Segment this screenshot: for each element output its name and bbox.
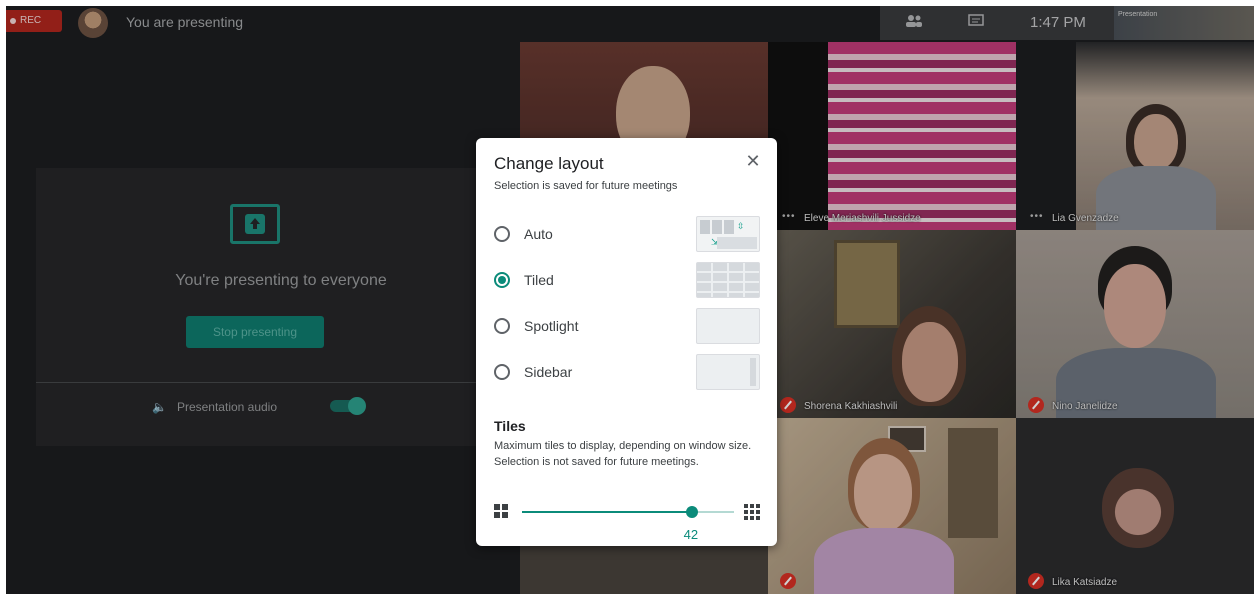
layout-option-sidebar[interactable]: Sidebar xyxy=(492,354,762,392)
layout-option-label: Spotlight xyxy=(524,318,579,334)
layout-option-label: Tiled xyxy=(524,272,554,288)
layout-option-auto[interactable]: Auto ⇳ ⇲ xyxy=(492,216,762,254)
auto-layout-thumbnail: ⇳ ⇲ xyxy=(696,216,760,252)
tiled-layout-thumbnail xyxy=(696,262,760,298)
tiles-slider[interactable]: 42 xyxy=(522,506,734,542)
tiles-description: Maximum tiles to display, depending on w… xyxy=(494,438,764,470)
radio-button[interactable] xyxy=(494,226,510,242)
layout-option-tiled[interactable]: Tiled xyxy=(492,262,762,300)
slider-handle[interactable] xyxy=(685,506,698,518)
close-icon[interactable]: ✕ xyxy=(742,150,764,172)
radio-button-selected[interactable] xyxy=(494,272,510,288)
layout-option-label: Sidebar xyxy=(524,364,573,380)
sidebar-layout-thumbnail xyxy=(696,354,760,390)
meeting-window: REC You are presenting 1:47 PM Presentat… xyxy=(6,6,1254,594)
spotlight-layout-thumbnail xyxy=(696,308,760,344)
radio-button[interactable] xyxy=(494,318,510,334)
tiles-heading: Tiles xyxy=(494,418,526,434)
dialog-subtitle: Selection is saved for future meetings xyxy=(494,180,678,192)
tiles-description-line: Selection is not saved for future meetin… xyxy=(494,456,699,468)
layout-option-label: Auto xyxy=(524,226,553,242)
radio-button[interactable] xyxy=(494,364,510,380)
dialog-title: Change layout xyxy=(494,154,604,173)
change-layout-dialog: Change layout Selection is saved for fut… xyxy=(476,138,777,546)
tiles-slider-row: 42 xyxy=(494,500,762,542)
slider-value: 42 xyxy=(683,527,699,542)
few-tiles-icon xyxy=(494,504,508,518)
many-tiles-icon xyxy=(744,504,760,520)
tiles-description-line: Maximum tiles to display, depending on w… xyxy=(494,440,752,452)
layout-option-spotlight[interactable]: Spotlight xyxy=(492,308,762,346)
slider-fill xyxy=(522,511,692,513)
